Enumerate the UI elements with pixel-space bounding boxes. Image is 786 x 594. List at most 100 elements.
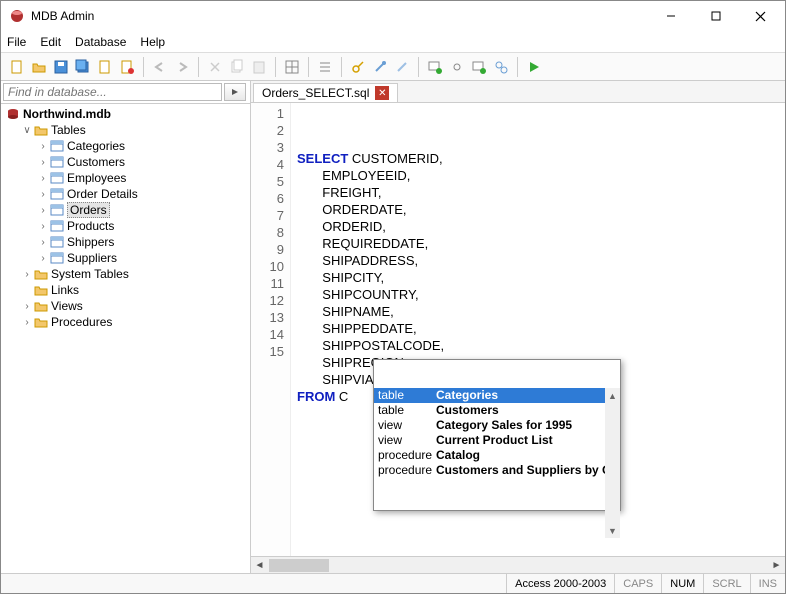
autocomplete-name: Categories <box>436 388 620 403</box>
search-go-button[interactable] <box>224 83 246 101</box>
tree-table-label: Categories <box>67 139 125 153</box>
editor-tab[interactable]: Orders_SELECT.sql ✕ <box>253 83 398 102</box>
table-icon <box>49 203 65 217</box>
expand-icon[interactable]: › <box>37 221 49 232</box>
code-line: SHIPADDRESS, <box>297 252 785 269</box>
tree-group-links[interactable]: Links <box>1 282 250 298</box>
code-line: SHIPPOSTALCODE, <box>297 337 785 354</box>
code-area[interactable]: SELECT CUSTOMERID, EMPLOYEEID, FREIGHT, … <box>291 103 785 556</box>
tree-group-views[interactable]: › Views <box>1 298 250 314</box>
tab-close-icon[interactable]: ✕ <box>375 86 389 100</box>
table-icon <box>49 187 65 201</box>
list-icon[interactable] <box>315 57 335 77</box>
tree-table-item[interactable]: › Products <box>1 218 250 234</box>
expand-icon[interactable]: › <box>37 141 49 152</box>
tree-table-item[interactable]: ›Shippers <box>1 234 250 250</box>
editor[interactable]: 123456789101112131415 SELECT CUSTOMERID,… <box>251 103 785 556</box>
autocomplete-item[interactable]: tableCategories <box>374 388 620 403</box>
paste-icon[interactable] <box>249 57 269 77</box>
doc-delete-icon[interactable] <box>117 57 137 77</box>
table-add-icon[interactable] <box>425 57 445 77</box>
expand-icon[interactable]: › <box>37 173 49 184</box>
maximize-button[interactable] <box>693 2 738 30</box>
tree-group-system-tables[interactable]: › System Tables <box>1 266 250 282</box>
tree-table-item[interactable]: ›Employees <box>1 170 250 186</box>
key-icon[interactable] <box>348 57 368 77</box>
scroll-thumb[interactable] <box>269 559 329 572</box>
tree-table-label: Suppliers <box>67 251 117 265</box>
expand-icon[interactable]: › <box>21 269 33 280</box>
tree-table-item[interactable]: › Suppliers <box>1 250 250 266</box>
close-button[interactable] <box>738 2 783 30</box>
menu-file[interactable]: File <box>7 35 26 49</box>
tree-group-tables[interactable]: ∨ Tables <box>1 122 250 138</box>
minimize-button[interactable] <box>648 2 693 30</box>
run-icon[interactable] <box>524 57 544 77</box>
tree-table-item[interactable]: ›Orders <box>1 202 250 218</box>
tree-db-root[interactable]: Northwind.mdb <box>1 106 250 122</box>
autocomplete-name: Catalog <box>436 448 620 463</box>
autocomplete-item[interactable]: procedureCustomers and Suppliers by C <box>374 463 620 478</box>
scroll-right-icon[interactable]: ► <box>768 557 785 574</box>
expand-icon[interactable]: › <box>21 317 33 328</box>
status-ins: INS <box>750 574 785 593</box>
menu-database[interactable]: Database <box>75 35 126 49</box>
tree-table-label: Products <box>67 219 114 233</box>
link-icon[interactable] <box>447 57 467 77</box>
menu-help[interactable]: Help <box>140 35 165 49</box>
gears-icon[interactable] <box>491 57 511 77</box>
wand-alt-icon[interactable] <box>392 57 412 77</box>
toolbar-separator <box>418 57 419 77</box>
tree-table-item[interactable]: › Categories <box>1 138 250 154</box>
search-input[interactable] <box>3 83 222 101</box>
doc-icon[interactable] <box>95 57 115 77</box>
expand-icon[interactable]: › <box>37 253 49 264</box>
autocomplete-kind: procedure <box>374 463 436 478</box>
window-title: MDB Admin <box>31 9 648 23</box>
tree-table-item[interactable]: ›Order Details <box>1 186 250 202</box>
wand-icon[interactable] <box>370 57 390 77</box>
autocomplete-popup[interactable]: tableCategoriestableCustomersviewCategor… <box>373 359 621 511</box>
scroll-down-icon[interactable]: ▼ <box>605 523 620 538</box>
table-gear-icon[interactable] <box>469 57 489 77</box>
expand-icon[interactable]: › <box>37 237 49 248</box>
undo-icon[interactable] <box>150 57 170 77</box>
folder-icon <box>33 267 49 281</box>
toolbar-separator <box>143 57 144 77</box>
autocomplete-kind: procedure <box>374 448 436 463</box>
titlebar: MDB Admin <box>1 1 785 31</box>
toolbar-separator <box>308 57 309 77</box>
expand-icon[interactable]: › <box>21 301 33 312</box>
open-folder-icon[interactable] <box>29 57 49 77</box>
tree-table-item[interactable]: › Customers <box>1 154 250 170</box>
expand-icon[interactable]: › <box>37 157 49 168</box>
redo-icon[interactable] <box>172 57 192 77</box>
horizontal-scrollbar[interactable]: ◄ ► <box>251 556 785 573</box>
collapse-icon[interactable]: ∨ <box>21 125 33 136</box>
database-icon <box>5 107 21 121</box>
autocomplete-item[interactable]: tableCustomers <box>374 403 620 418</box>
save-all-icon[interactable] <box>73 57 93 77</box>
tree-db-label: Northwind.mdb <box>23 107 111 121</box>
tree-table-label: Customers <box>67 155 125 169</box>
expand-icon[interactable]: › <box>37 189 49 200</box>
autocomplete-scrollbar[interactable]: ▲▼ <box>605 388 620 538</box>
body: Northwind.mdb ∨ Tables › Categories › Custo… <box>1 81 785 573</box>
tree-group-procedures[interactable]: › Procedures <box>1 314 250 330</box>
save-icon[interactable] <box>51 57 71 77</box>
main-area: Orders_SELECT.sql ✕ 12345678910111213141… <box>251 81 785 573</box>
menu-edit[interactable]: Edit <box>40 35 61 49</box>
database-tree[interactable]: Northwind.mdb ∨ Tables › Categories › Custo… <box>1 104 250 573</box>
scroll-up-icon[interactable]: ▲ <box>605 388 620 403</box>
autocomplete-item[interactable]: viewCurrent Product List <box>374 433 620 448</box>
expand-icon[interactable]: › <box>37 205 49 216</box>
folder-icon <box>33 299 49 313</box>
tab-label: Orders_SELECT.sql <box>262 86 369 100</box>
autocomplete-item[interactable]: viewCategory Sales for 1995 <box>374 418 620 433</box>
new-file-icon[interactable] <box>7 57 27 77</box>
scroll-left-icon[interactable]: ◄ <box>251 557 268 574</box>
grid-icon[interactable] <box>282 57 302 77</box>
cut-icon[interactable] <box>205 57 225 77</box>
copy-icon[interactable] <box>227 57 247 77</box>
autocomplete-item[interactable]: procedureCatalog <box>374 448 620 463</box>
